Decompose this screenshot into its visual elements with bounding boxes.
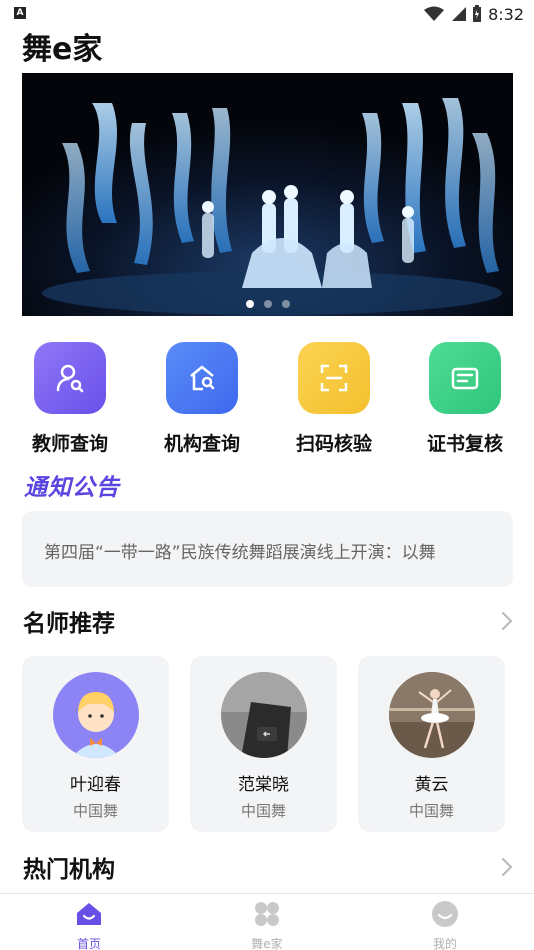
tab-label: 舞e家 — [251, 937, 283, 950]
certificate-review-label: 证书复核 — [426, 433, 503, 455]
institutions-section-title: 热门机构 — [23, 857, 115, 883]
notification-icon: A — [14, 7, 26, 19]
teacher-category: 中国舞 — [408, 802, 454, 820]
banner-carousel[interactable] — [22, 73, 513, 316]
banner-image — [22, 73, 513, 316]
quick-actions: 教师查询 机构查询 扫码核验 证书复核 — [0, 342, 534, 455]
teacher-search-icon — [34, 342, 106, 414]
tab-home[interactable]: 首页 — [49, 900, 129, 950]
teacher-card[interactable]: 范棠晓 中国舞 — [190, 656, 337, 832]
notice-title: 通知公告 — [24, 475, 120, 501]
battery-icon — [473, 5, 482, 22]
profile-icon — [432, 901, 458, 927]
teachers-section-title: 名师推荐 — [23, 611, 115, 637]
scan-icon — [298, 342, 370, 414]
notice-banner[interactable]: 第四届“一带一路”民族传统舞蹈展演线上开演：以舞 — [22, 511, 513, 587]
wifi-icon — [424, 6, 445, 21]
carousel-dot[interactable] — [245, 300, 254, 308]
certificate-icon — [429, 342, 501, 414]
teacher-card[interactable]: 黄云 中国舞 — [358, 656, 505, 832]
clock: 8:32 — [488, 4, 524, 24]
certificate-review-button[interactable]: 证书复核 — [410, 342, 520, 456]
teacher-name: 范棠晓 — [238, 775, 289, 795]
institution-search-icon — [166, 342, 238, 414]
notice-text: 第四届“一带一路”民族传统舞蹈展演线上开演：以舞 — [44, 543, 436, 563]
bottom-tab-bar: 首页 舞e家 我的 — [0, 893, 534, 950]
chevron-right-icon[interactable] — [500, 610, 514, 632]
teacher-search-button[interactable]: 教师查询 — [15, 342, 125, 456]
institution-search-label: 机构查询 — [163, 433, 240, 455]
carousel-dot[interactable] — [263, 300, 272, 308]
avatar — [220, 672, 307, 758]
scan-verify-label: 扫码核验 — [295, 433, 372, 455]
avatar — [388, 672, 475, 758]
carousel-dot[interactable] — [281, 300, 290, 308]
chevron-right-icon[interactable] — [500, 856, 514, 878]
scan-verify-button[interactable]: 扫码核验 — [279, 342, 389, 456]
signal-icon — [452, 7, 467, 21]
teacher-name: 叶迎春 — [70, 775, 121, 795]
carousel-dots — [22, 300, 513, 308]
tab-profile[interactable]: 我的 — [405, 900, 485, 950]
teacher-name: 黄云 — [414, 775, 449, 795]
institution-search-button[interactable]: 机构查询 — [147, 342, 257, 456]
teacher-card[interactable]: 叶迎春 中国舞 — [22, 656, 169, 832]
home-icon — [77, 903, 101, 925]
tab-label: 我的 — [432, 937, 457, 950]
avatar — [52, 672, 139, 758]
app-title: 舞e家 — [22, 32, 103, 67]
teacher-category: 中国舞 — [72, 802, 118, 820]
tab-label: 首页 — [76, 937, 101, 950]
teacher-search-label: 教师查询 — [31, 433, 108, 455]
grid-icon — [255, 902, 279, 926]
tab-wuejia[interactable]: 舞e家 — [227, 900, 307, 950]
teacher-category: 中国舞 — [240, 802, 286, 820]
